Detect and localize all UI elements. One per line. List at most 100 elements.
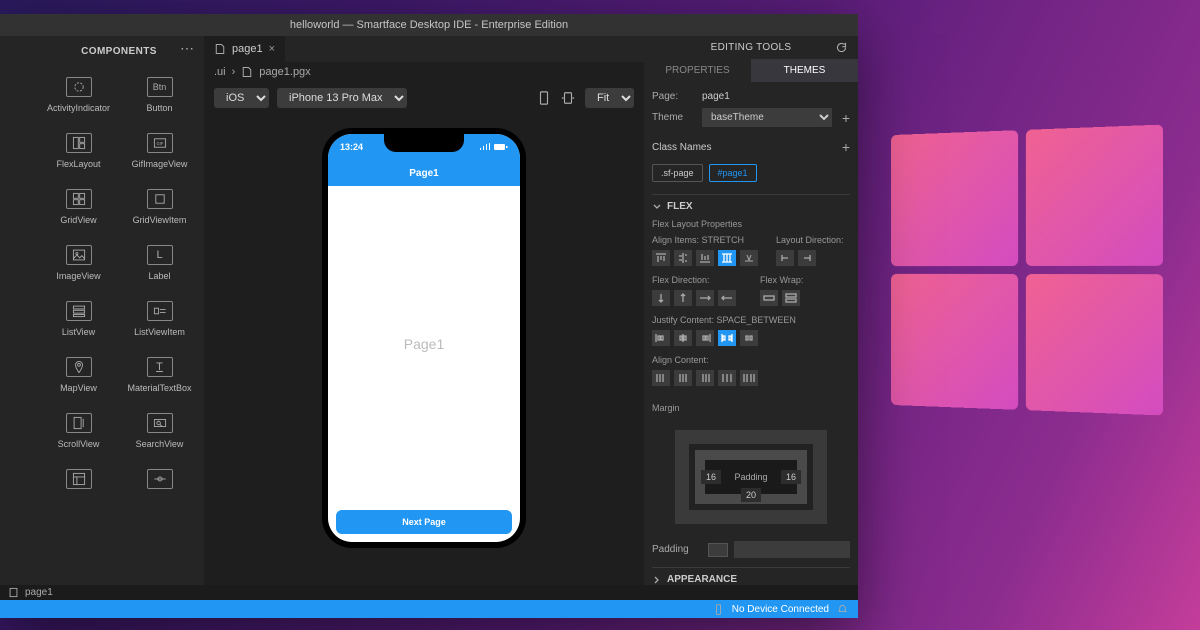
align-baseline[interactable]: [740, 250, 758, 266]
flex-wrap-options: [760, 288, 850, 312]
box-model-editor[interactable]: Padding 16 16 20: [661, 422, 841, 532]
layout-direction-options: [776, 248, 850, 272]
component-MaterialTextBox[interactable]: TMaterialTextBox: [119, 349, 200, 401]
panel-icon: [66, 469, 92, 489]
tab-themes[interactable]: THEMES: [751, 59, 858, 82]
fit-select[interactable]: Fit: [585, 88, 634, 108]
ltr-button[interactable]: [776, 250, 794, 266]
scroll-icon: [66, 413, 92, 433]
dir-col-rev[interactable]: [674, 290, 692, 306]
margin-right-value[interactable]: 16: [781, 470, 801, 484]
dir-row[interactable]: [696, 290, 714, 306]
dir-col[interactable]: [652, 290, 670, 306]
chip-sf-page[interactable]: .sf-page: [652, 164, 703, 182]
rtl-button[interactable]: [798, 250, 816, 266]
more-icon[interactable]: ⋯: [180, 40, 194, 57]
theme-select[interactable]: baseTheme: [702, 108, 832, 127]
ac-5[interactable]: [740, 370, 758, 386]
chevron-down-icon: [652, 202, 662, 212]
ac-4[interactable]: [718, 370, 736, 386]
tab-bar: page1 ×: [204, 36, 644, 62]
panel-title: EDITING TOOLS: [644, 36, 858, 59]
Btn-icon: Btn: [147, 77, 173, 97]
refresh-icon[interactable]: [835, 41, 848, 54]
ac-3[interactable]: [696, 370, 714, 386]
T-icon: T: [147, 357, 173, 377]
flex-direction-options: [652, 288, 742, 312]
chevron-right-icon: [652, 575, 662, 585]
padding-input[interactable]: [734, 541, 850, 558]
dir-row-rev[interactable]: [718, 290, 736, 306]
component-GridViewItem[interactable]: GridViewItem: [119, 181, 200, 233]
component-ImageView[interactable]: ImageView: [38, 237, 119, 289]
margin-left-value[interactable]: 16: [701, 470, 721, 484]
wrap-none[interactable]: [760, 290, 778, 306]
layout-icon: [66, 133, 92, 153]
justify-center[interactable]: [674, 330, 692, 346]
align-content-options: [652, 368, 850, 392]
align-stretch[interactable]: [718, 250, 736, 266]
page-navbar: Page1: [328, 160, 520, 186]
justify-start[interactable]: [652, 330, 670, 346]
editing-tools-panel: EDITING TOOLS PROPERTIES THEMES Page: pa…: [644, 36, 858, 585]
file-tab[interactable]: page1 ×: [204, 36, 285, 62]
svg-text:GIF: GIF: [156, 141, 163, 146]
next-page-button[interactable]: Next Page: [336, 510, 512, 534]
tab-properties[interactable]: PROPERTIES: [644, 59, 751, 82]
component-MapView[interactable]: MapView: [38, 349, 119, 401]
grid-icon: [66, 189, 92, 209]
justify-around[interactable]: [740, 330, 758, 346]
phone-notch: [384, 134, 464, 152]
component-SearchView[interactable]: SearchView: [119, 405, 200, 457]
search-icon: [147, 413, 173, 433]
activity-bar[interactable]: [0, 36, 34, 585]
L-icon: L: [147, 245, 173, 265]
component-ActivityIndicator[interactable]: ActivityIndicator: [38, 69, 119, 121]
battery-icon: [494, 143, 508, 151]
page-body[interactable]: Page1: [328, 186, 520, 502]
list-icon: [66, 301, 92, 321]
theme-row: Theme baseTheme +: [652, 105, 850, 130]
device-status[interactable]: No Device Connected: [732, 604, 829, 615]
design-canvas[interactable]: 13:24 Page1 Page1 Next Page: [204, 114, 644, 585]
phone-icon[interactable]: [537, 91, 551, 105]
padding-lock-icon[interactable]: [708, 543, 728, 557]
platform-select[interactable]: iOS: [214, 88, 269, 108]
component-GifImageView[interactable]: GIFGifImageView: [119, 125, 200, 177]
component-Button[interactable]: BtnButton: [119, 69, 200, 121]
component-ScrollView[interactable]: ScrollView: [38, 405, 119, 457]
status-bar: No Device Connected: [0, 600, 858, 618]
margin-bottom-value[interactable]: 20: [741, 488, 761, 502]
ide-window: helloworld — Smartface Desktop IDE - Ent…: [0, 14, 858, 618]
add-theme-button[interactable]: +: [842, 110, 850, 126]
justify-end[interactable]: [696, 330, 714, 346]
align-start[interactable]: [652, 250, 670, 266]
component-FlexLayout[interactable]: FlexLayout: [38, 125, 119, 177]
ac-1[interactable]: [652, 370, 670, 386]
component-Label[interactable]: LLabel: [119, 237, 200, 289]
wrap-wrap[interactable]: [782, 290, 800, 306]
file-icon: [214, 43, 226, 55]
phone-frame: 13:24 Page1 Page1 Next Page: [322, 128, 526, 548]
align-end[interactable]: [696, 250, 714, 266]
add-class-button[interactable]: +: [842, 139, 850, 155]
justify-between[interactable]: [718, 330, 736, 346]
component-ListViewItem[interactable]: ListViewItem: [119, 293, 200, 345]
component-GridView[interactable]: GridView: [38, 181, 119, 233]
rotate-icon[interactable]: [561, 91, 575, 105]
chip-page1[interactable]: #page1: [709, 164, 757, 182]
component-panel[interactable]: [38, 461, 119, 503]
bell-icon[interactable]: [837, 604, 848, 615]
justify-content-options: [652, 328, 850, 352]
device-select[interactable]: iPhone 13 Pro Max: [277, 88, 407, 108]
ac-2[interactable]: [674, 370, 692, 386]
image-icon: [66, 245, 92, 265]
align-center[interactable]: [674, 250, 692, 266]
component-ListView[interactable]: ListView: [38, 293, 119, 345]
close-icon[interactable]: ×: [269, 43, 275, 55]
appearance-section[interactable]: APPEARANCE: [652, 567, 850, 585]
flex-section[interactable]: FLEX: [652, 194, 850, 216]
component-slider[interactable]: [119, 461, 200, 503]
breadcrumb[interactable]: .ui › page1.pgx: [204, 62, 644, 82]
window-title: helloworld — Smartface Desktop IDE - Ent…: [0, 14, 858, 36]
